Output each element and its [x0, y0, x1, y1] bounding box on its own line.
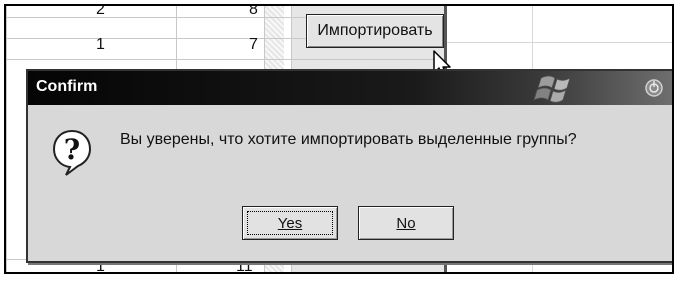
- close-icon[interactable]: [644, 78, 664, 98]
- confirm-dialog: Confirm ? Вы уверены, что хотите импорти…: [26, 69, 672, 263]
- yes-button-label: Yes: [277, 214, 303, 232]
- dialog-titlebar[interactable]: Confirm: [28, 71, 672, 105]
- cell-r1-c1[interactable]: 2: [96, 6, 105, 19]
- svg-text:?: ?: [64, 133, 80, 166]
- no-button[interactable]: No: [358, 206, 454, 240]
- windows-logo-icon: [533, 75, 571, 103]
- screenshot-frame: 2 8 1 7 1 11 Импортировать Confirm ? Вы …: [4, 4, 674, 274]
- yes-button[interactable]: Yes: [242, 206, 338, 240]
- dialog-title: Confirm: [36, 78, 98, 95]
- cell-r1-c2[interactable]: 8: [249, 6, 258, 19]
- cell-r2-c2[interactable]: 7: [249, 36, 258, 54]
- dialog-message: Вы уверены, что хотите импортировать выд…: [120, 131, 577, 148]
- no-button-label: No: [396, 214, 416, 232]
- cell-r2-c1[interactable]: 1: [96, 36, 105, 54]
- question-icon: ?: [52, 129, 92, 176]
- import-button[interactable]: Импортировать: [306, 14, 444, 48]
